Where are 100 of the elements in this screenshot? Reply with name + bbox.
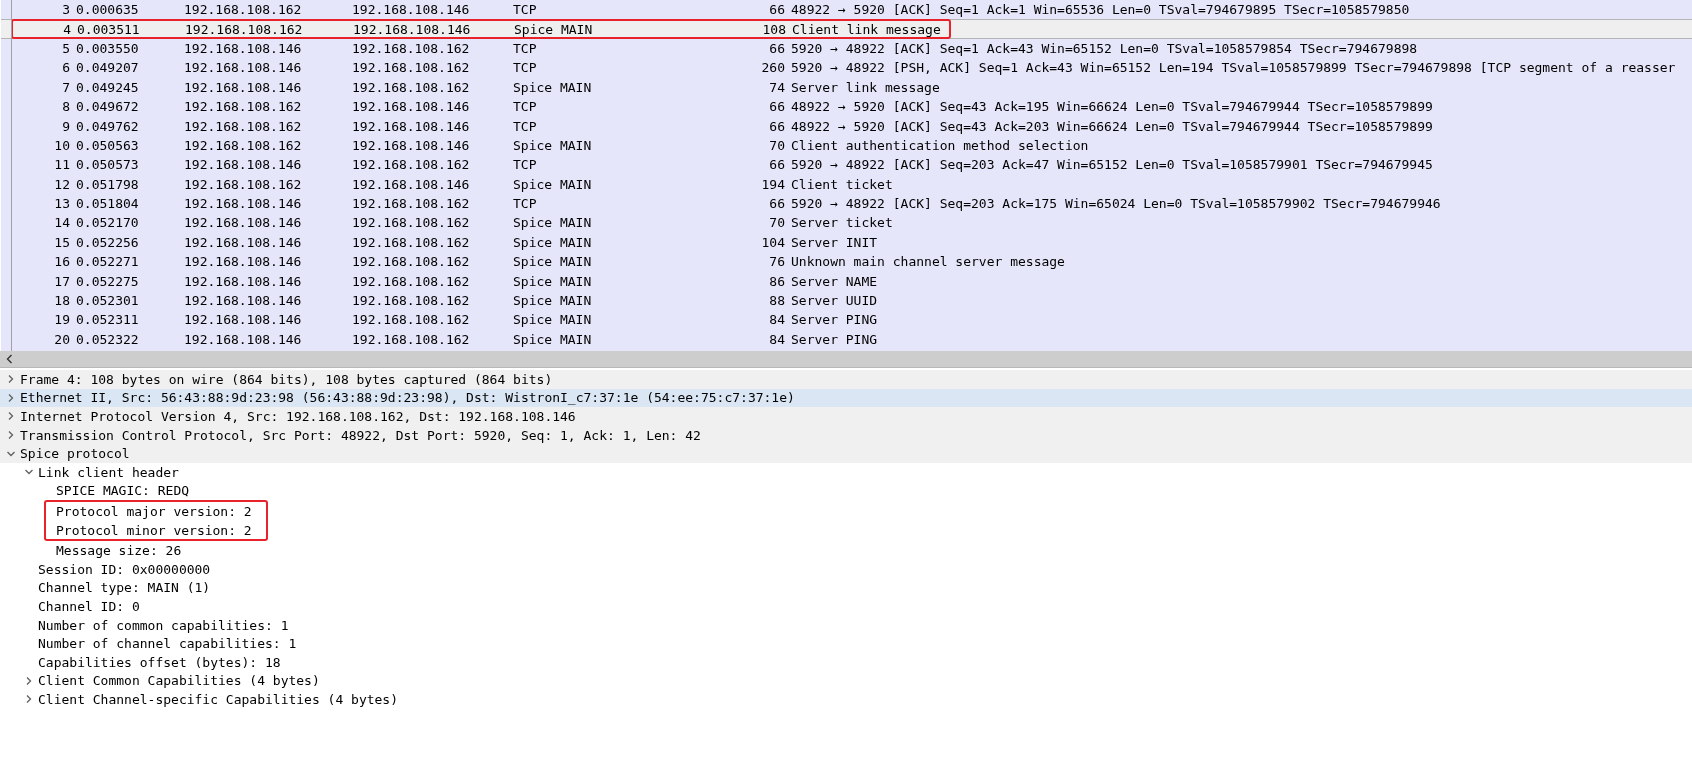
table-cell-text: 192.168.108.162	[352, 312, 471, 328]
table-cell-text: TCP	[513, 157, 538, 173]
tree-node[interactable]: Frame 4: 108 bytes on wire (864 bits), 108 bytes captured (864 bits)	[0, 370, 1692, 389]
table-cell-text: 192.168.108.146	[184, 215, 303, 231]
caret-right-icon[interactable]	[6, 430, 16, 441]
table-cell-text: Unknown main channel server message	[790, 254, 1065, 270]
packet-row[interactable]: 14 0.052170 192.168.108.146 192.168.108.162 Spice MAIN 70 Server ticket	[1, 213, 1692, 233]
packet-row[interactable]: 6 0.049207 192.168.108.146 192.168.108.162 TCP 260 5920 → 48922 [PSH, ACK] Seq=1 Ack=43 Win=65152 Len=194 TSval=1058579899 TSecr=794679898 [TCP segment of a reasser	[1, 58, 1692, 78]
packet-row[interactable]: 11 0.050573 192.168.108.146 192.168.108.162 TCP 66 5920 → 48922 [ACK] Seq=203 Ack=47 Win=65152 Len=0 TSval=1058579901 TSecr=794679945	[1, 155, 1692, 175]
table-cell-text: 84	[768, 331, 785, 347]
table-cell-text: 12	[53, 176, 71, 192]
tree-node-label: Client Channel-specific Capabilities (4 bytes)	[38, 691, 399, 707]
table-cell-text: 0.052256	[76, 234, 140, 250]
field-text: Number of channel capabilities: 1	[38, 636, 297, 652]
packet-row[interactable]: 5 0.003550 192.168.108.146 192.168.108.162 TCP 66 5920 → 48922 [ACK] Seq=1 Ack=43 Win=65152 Len=0 TSval=1058579854 TSecr=794679898	[1, 38, 1692, 59]
table-cell-text: 192.168.108.162	[352, 273, 471, 289]
packet-row[interactable]: 17 0.052275 192.168.108.146 192.168.108.162 Spice MAIN 86 Server NAME	[1, 271, 1692, 291]
packet-row[interactable]: 3 0.000635 192.168.108.162 192.168.108.146 TCP 66 48922 → 5920 [ACK] Seq=1 Ack=1 Win=65536 Len=0 TSval=794679895 TSecr=1058579850	[1, 0, 1692, 20]
caret-right-icon[interactable]	[6, 392, 16, 403]
table-cell-text: 192.168.108.162	[352, 293, 471, 309]
tree-node-label: Client Common Capabilities (4 bytes)	[38, 673, 320, 689]
packet-row[interactable]: 4 0.003511 192.168.108.162 192.168.108.146 Spice MAIN 108 Client link message	[1, 19, 1692, 39]
tree-node-label: Internet Protocol Version 4, Src: 192.168.108.162, Dst: 192.168.108.146	[20, 409, 576, 424]
table-cell-text: 0.003511	[77, 21, 141, 37]
table-cell-text: 19	[53, 312, 71, 328]
table-cell-text: 66	[768, 2, 785, 18]
field-text: Channel type: MAIN (1)	[38, 580, 211, 596]
table-cell-text: 0.051798	[76, 176, 140, 192]
table-cell-text: 0.052271	[76, 254, 140, 270]
table-cell-text: 18	[53, 293, 71, 309]
table-cell-text: 48922 → 5920 [ACK] Seq=43 Ack=203 Win=66624 Len=0 TSval=794679944 TSecr=1058579899	[790, 118, 1433, 134]
tree-node[interactable]: Link client header	[0, 462, 1692, 482]
table-cell-text: 0.052301	[76, 293, 140, 309]
table-cell-text: 13	[53, 196, 71, 212]
table-cell-text: 66	[768, 118, 785, 134]
tree-node[interactable]: Internet Protocol Version 4, Src: 192.168.108.162, Dst: 192.168.108.146	[0, 407, 1692, 426]
packet-row[interactable]: 19 0.052311 192.168.108.146 192.168.108.162 Spice MAIN 84 Server PING	[1, 310, 1692, 330]
table-cell-text: 0.052311	[76, 312, 140, 328]
table-cell-text: 5920 → 48922 [ACK] Seq=203 Ack=47 Win=65152 Len=0 TSval=1058579901 TSecr=794679945	[790, 157, 1433, 173]
packet-row[interactable]: 13 0.051804 192.168.108.146 192.168.108.162 TCP 66 5920 → 48922 [ACK] Seq=203 Ack=175 Win=65024 Len=0 TSval=1058579902 TSecr=794679946	[1, 193, 1692, 214]
table-cell-text: 66	[768, 196, 785, 212]
table-cell-text: 192.168.108.162	[352, 157, 471, 173]
table-cell-text: 5920 → 48922 [ACK] Seq=1 Ack=43 Win=65152 Len=0 TSval=1058579854 TSecr=794679898	[790, 40, 1418, 56]
table-cell-text: 192.168.108.146	[184, 331, 303, 347]
table-cell-text: 260	[760, 60, 785, 76]
caret-right-icon[interactable]	[6, 374, 16, 385]
table-cell-text: 192.168.108.162	[352, 215, 471, 231]
packet-row[interactable]: 12 0.051798 192.168.108.162 192.168.108.146 Spice MAIN 194 Client ticket	[1, 174, 1692, 194]
tree-node-label: Transmission Control Protocol, Src Port: 48922, Dst Port: 5920, Seq: 1, Ack: 1, Len: 42	[20, 427, 701, 443]
table-cell-text: 48922 → 5920 [ACK] Seq=43 Ack=195 Win=66624 Len=0 TSval=794679944 TSecr=1058579899	[790, 99, 1433, 115]
table-cell-text: Server link message	[790, 79, 940, 95]
table-cell-text: Server UUID	[790, 293, 878, 309]
table-cell-text: 3	[61, 2, 71, 18]
table-cell-text: Spice MAIN	[513, 234, 593, 250]
table-cell-text: Spice MAIN	[513, 273, 593, 289]
caret-right-icon[interactable]	[6, 411, 16, 422]
table-cell-text: 192.168.108.146	[352, 118, 471, 134]
packet-row[interactable]: 18 0.052301 192.168.108.146 192.168.108.162 Spice MAIN 88 Server UUID	[1, 290, 1692, 311]
table-cell-text: 8	[61, 99, 71, 115]
table-cell-text: 11	[53, 157, 71, 173]
table-cell-text: 16	[53, 254, 71, 270]
tree-node[interactable]: Client Common Capabilities (4 bytes)	[0, 671, 1692, 691]
packet-row[interactable]: 10 0.050563 192.168.108.162 192.168.108.146 Spice MAIN 70 Client authentication method selection	[1, 135, 1692, 156]
table-cell-text: 0.050573	[76, 157, 140, 173]
table-cell-text: Client authentication method selection	[790, 137, 1089, 153]
table-cell-text: Spice MAIN	[513, 254, 593, 270]
table-cell-text: Spice MAIN	[513, 312, 593, 328]
table-cell-text: Spice MAIN	[513, 293, 593, 309]
field-text: Protocol minor version: 2	[56, 522, 252, 538]
horizontal-scrollbar[interactable]	[0, 351, 1692, 368]
table-cell-text: 192.168.108.146	[352, 2, 471, 18]
table-cell-text: 192.168.108.146	[184, 293, 303, 309]
tree-node[interactable]: Spice protocol	[0, 444, 1692, 463]
packet-row[interactable]: 9 0.049762 192.168.108.162 192.168.108.146 TCP 66 48922 → 5920 [ACK] Seq=43 Ack=203 Win=66624 Len=0 TSval=794679944 TSecr=1058579899	[1, 116, 1692, 136]
packet-row[interactable]: 16 0.052271 192.168.108.146 192.168.108.162 Spice MAIN 76 Unknown main channel server message	[1, 252, 1692, 272]
packet-row[interactable]: 20 0.052322 192.168.108.146 192.168.108.162 Spice MAIN 84 Server PING	[1, 329, 1692, 350]
packet-row[interactable]: 8 0.049672 192.168.108.162 192.168.108.146 TCP 66 48922 → 5920 [ACK] Seq=43 Ack=195 Win=66624 Len=0 TSval=794679944 TSecr=1058579899	[1, 96, 1692, 117]
table-cell-text: Server NAME	[790, 273, 878, 289]
packet-row[interactable]: 7 0.049245 192.168.108.146 192.168.108.162 Spice MAIN 74 Server link message	[1, 77, 1692, 97]
table-cell-text: 70	[768, 137, 785, 153]
table-cell-text: 192.168.108.146	[184, 157, 303, 173]
table-cell-text: 84	[768, 312, 785, 328]
table-cell-text: 66	[768, 40, 785, 56]
caret-right-icon[interactable]	[24, 675, 34, 686]
table-cell-text: Spice MAIN	[513, 137, 593, 153]
table-cell-text: 66	[768, 157, 785, 173]
packet-row[interactable]: 15 0.052256 192.168.108.146 192.168.108.162 Spice MAIN 104 Server INIT	[1, 232, 1692, 253]
table-cell-text: 192.168.108.162	[184, 99, 303, 115]
table-cell-text: 0.049245	[76, 79, 140, 95]
table-cell-text: Server INIT	[790, 234, 878, 250]
table-cell-text: Server PING	[790, 312, 878, 328]
table-cell-text: 104	[760, 234, 785, 250]
caret-right-icon[interactable]	[24, 694, 34, 705]
table-cell-text: Server ticket	[790, 215, 893, 231]
table-cell-text: 4	[62, 21, 72, 37]
table-cell-text: 192.168.108.162	[184, 118, 303, 134]
table-cell-text: 108	[761, 21, 786, 37]
tree-node[interactable]: Client Channel-specific Capabilities (4 bytes)	[0, 690, 1692, 709]
table-cell-text: 48922 → 5920 [ACK] Seq=1 Ack=1 Win=65536 Len=0 TSval=794679895 TSecr=1058579850	[790, 2, 1410, 18]
table-cell-text: 192.168.108.146	[184, 254, 303, 270]
